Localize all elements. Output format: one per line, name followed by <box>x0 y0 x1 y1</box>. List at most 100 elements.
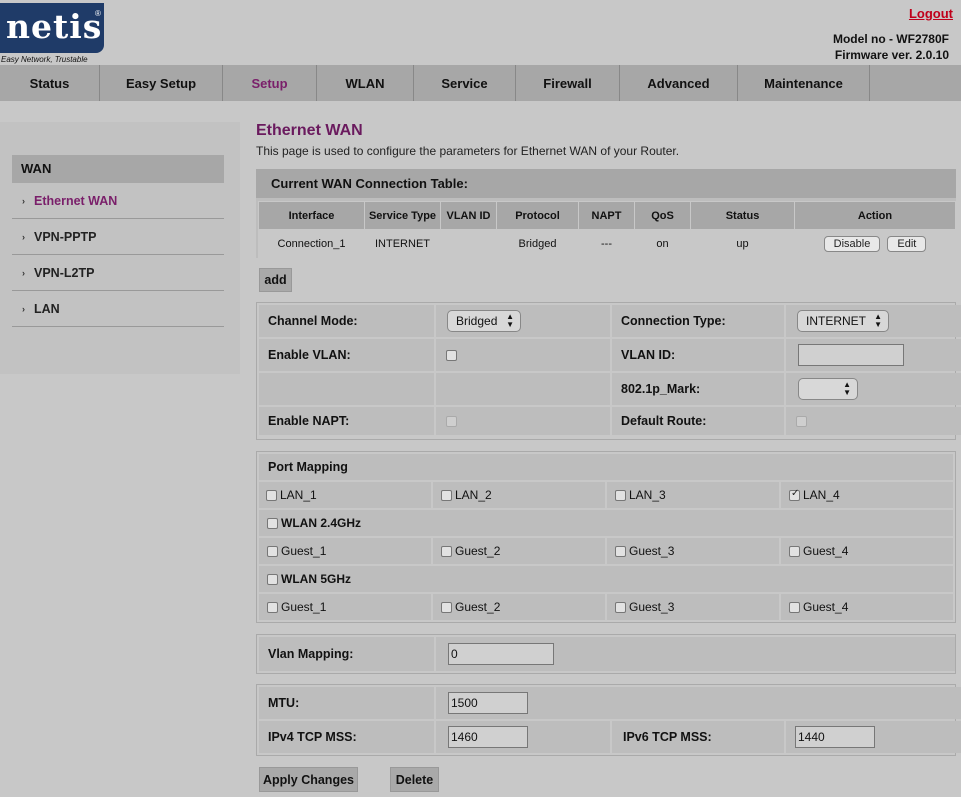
enable-napt-cell <box>436 407 610 435</box>
logout-link[interactable]: Logout <box>909 6 953 21</box>
wlan24-label: WLAN 2.4GHz <box>281 516 362 530</box>
cell-qos: on <box>634 229 691 258</box>
connection-type-cell: INTERNET ▲ ▼ <box>786 305 961 337</box>
wlan24-guest4-option[interactable]: Guest_4 <box>789 544 848 558</box>
wlan5-checkbox[interactable] <box>267 573 278 585</box>
lan3-option[interactable]: LAN_3 <box>615 488 666 502</box>
enable-napt-checkbox[interactable] <box>446 415 457 427</box>
vlan-id-label: VLAN ID: <box>612 339 784 371</box>
edit-button[interactable]: Edit <box>887 235 927 252</box>
vlan-mapping-cell: 0 <box>436 637 955 671</box>
cell-vlan-id <box>440 229 497 258</box>
lan1-label: LAN_1 <box>280 488 317 502</box>
add-button[interactable]: add <box>259 268 292 292</box>
wlan24-guest3-checkbox[interactable] <box>615 545 626 557</box>
lan2-option[interactable]: LAN_2 <box>441 488 492 502</box>
wlan5-guest1-option[interactable]: Guest_1 <box>267 600 326 614</box>
nav-advanced[interactable]: Advanced <box>620 65 738 101</box>
wlan24-guest2-option[interactable]: Guest_2 <box>441 544 500 558</box>
apply-changes-button[interactable]: Apply Changes <box>259 767 358 792</box>
ipv6-mss-cell: 1440 <box>786 721 961 753</box>
ipv4-mss-cell: 1460 <box>436 721 610 753</box>
lan4-option[interactable]: LAN_4 <box>789 488 840 502</box>
disable-button[interactable]: Disable <box>823 235 881 252</box>
wlan5-guest1-label: Guest_1 <box>281 600 327 614</box>
sidebar-item-vpn-pptp[interactable]: › VPN-PPTP <box>12 219 224 255</box>
wan-connection-table: Interface Service Type VLAN ID Protocol … <box>256 198 956 258</box>
mtu-cell: 1500 <box>436 687 961 719</box>
wlan5-guest2-option[interactable]: Guest_2 <box>441 600 500 614</box>
wlan5-guest2-label: Guest_2 <box>455 600 501 614</box>
select-arrows-icon: ▲ ▼ <box>506 312 514 329</box>
lan2-label: LAN_2 <box>455 488 492 502</box>
wlan24-option[interactable]: WLAN 2.4GHz <box>267 516 361 530</box>
enable-vlan-checkbox[interactable] <box>446 349 457 361</box>
wlan24-guest3-option[interactable]: Guest_3 <box>615 544 674 558</box>
mark-select[interactable]: ▲ ▼ <box>798 378 858 400</box>
wlan5-guest1-cell: Guest_1 <box>259 594 431 620</box>
vlan-mapping-panel: Vlan Mapping: 0 <box>256 634 956 674</box>
sidebar: WAN › Ethernet WAN › VPN-PPTP › VPN-L2TP… <box>0 122 240 374</box>
model-number: Model no - WF2780F <box>832 32 949 46</box>
connection-type-label: Connection Type: <box>612 305 784 337</box>
vlan-id-input[interactable] <box>798 344 904 366</box>
nav-easy-setup[interactable]: Easy Setup <box>100 65 223 101</box>
wlan24-guest4-label: Guest_4 <box>803 544 849 558</box>
delete-button[interactable]: Delete <box>390 767 439 792</box>
nav-setup[interactable]: Setup <box>223 65 317 101</box>
sidebar-item-ethernet-wan[interactable]: › Ethernet WAN <box>12 183 224 219</box>
connection-type-select[interactable]: INTERNET ▲ ▼ <box>797 310 889 332</box>
nav-service[interactable]: Service <box>414 65 516 101</box>
port-mapping-title: Port Mapping <box>259 454 953 480</box>
wlan24-guest3-cell: Guest_3 <box>607 538 779 564</box>
wlan5-guest3-label: Guest_3 <box>629 600 675 614</box>
wlan5-guest4-option[interactable]: Guest_4 <box>789 600 848 614</box>
nav-status[interactable]: Status <box>0 65 100 101</box>
sidebar-item-vpn-l2tp[interactable]: › VPN-L2TP <box>12 255 224 291</box>
select-arrows-icon: ▲ ▼ <box>874 312 882 329</box>
table-header-row: Interface Service Type VLAN ID Protocol … <box>258 201 956 230</box>
lan2-checkbox[interactable] <box>441 489 452 501</box>
wlan5-guest3-option[interactable]: Guest_3 <box>615 600 674 614</box>
enable-vlan-label: Enable VLAN: <box>259 339 434 371</box>
nav-wlan[interactable]: WLAN <box>317 65 414 101</box>
column-header: VLAN ID <box>440 201 497 230</box>
vlan-mapping-label: Vlan Mapping: <box>259 637 434 671</box>
lan4-checkbox[interactable] <box>789 488 800 501</box>
channel-mode-cell: Bridged ▲ ▼ <box>436 305 610 337</box>
wlan24-checkbox[interactable] <box>267 517 278 529</box>
lan1-checkbox[interactable] <box>266 489 277 501</box>
column-header: Status <box>690 201 795 230</box>
mtu-input[interactable]: 1500 <box>448 692 528 714</box>
mark-label: 802.1p_Mark: <box>612 373 784 405</box>
lan3-checkbox[interactable] <box>615 489 626 501</box>
wlan24-guest4-checkbox[interactable] <box>789 545 800 557</box>
wlan24-guest3-label: Guest_3 <box>629 544 675 558</box>
wlan24-guest1-cell: Guest_1 <box>259 538 431 564</box>
sidebar-item-lan[interactable]: › LAN <box>12 291 224 327</box>
wlan5-guest4-checkbox[interactable] <box>789 601 800 613</box>
default-route-checkbox[interactable] <box>796 415 807 427</box>
wlan24-guest1-option[interactable]: Guest_1 <box>267 544 326 558</box>
ipv6-mss-input[interactable]: 1440 <box>795 726 875 748</box>
ipv4-mss-input[interactable]: 1460 <box>448 726 528 748</box>
wlan24-guest2-checkbox[interactable] <box>441 545 452 557</box>
wlan24-guest1-checkbox[interactable] <box>267 545 278 557</box>
cell-protocol: Bridged <box>496 229 579 258</box>
nav-maintenance[interactable]: Maintenance <box>738 65 870 101</box>
channel-mode-label: Channel Mode: <box>259 305 434 337</box>
vlan-mapping-input[interactable]: 0 <box>448 643 554 665</box>
channel-mode-select[interactable]: Bridged ▲ ▼ <box>447 310 521 332</box>
wlan5-guest3-checkbox[interactable] <box>615 601 626 613</box>
connection-type-value: INTERNET <box>806 314 866 328</box>
wlan24-guest1-label: Guest_1 <box>281 544 327 558</box>
nav-firewall[interactable]: Firewall <box>516 65 620 101</box>
wlan5-option[interactable]: WLAN 5GHz <box>267 572 351 586</box>
bullet-icon: › <box>22 267 25 278</box>
wlan5-guest1-checkbox[interactable] <box>267 601 278 613</box>
firmware-version: Firmware ver. 2.0.10 <box>834 48 949 62</box>
lan1-option[interactable]: LAN_1 <box>266 488 317 502</box>
cell-service-type: INTERNET <box>364 229 441 258</box>
wlan5-guest2-checkbox[interactable] <box>441 601 452 613</box>
column-header: QoS <box>634 201 691 230</box>
